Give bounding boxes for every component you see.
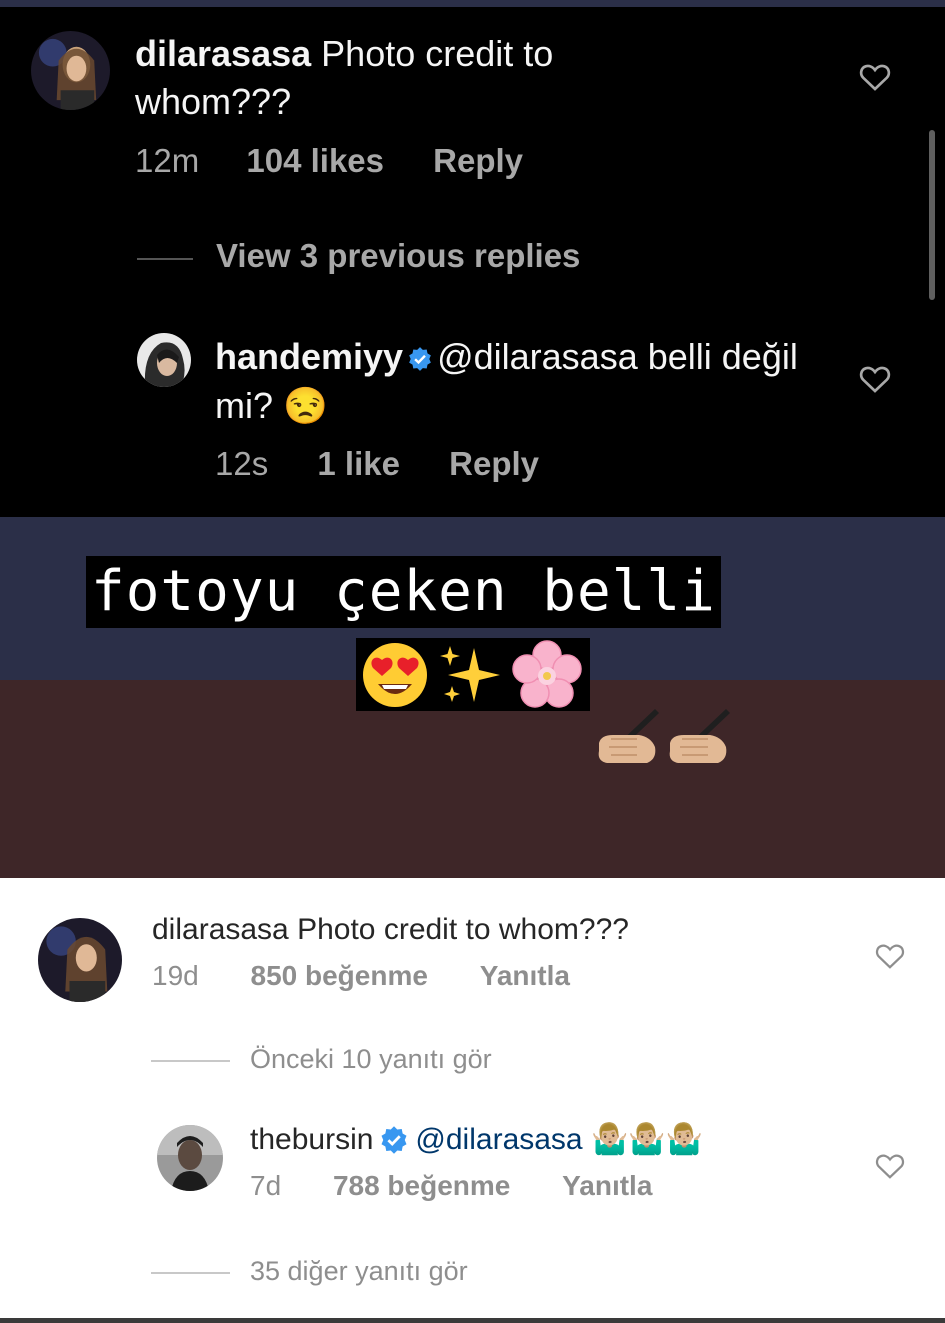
- heart-icon[interactable]: [859, 364, 891, 394]
- unamused-emoji: 😒: [283, 385, 328, 426]
- story-emoji-strip: [356, 638, 590, 711]
- dark-comment-username[interactable]: dilarasasa: [135, 33, 311, 74]
- light-comment-reply-button[interactable]: Yanıtla: [480, 960, 570, 991]
- light-reply-reply-button[interactable]: Yanıtla: [562, 1170, 652, 1201]
- writing-hand-emoji: [669, 709, 730, 763]
- story-caption: fotoyu çeken belli: [86, 556, 721, 628]
- light-reply-username[interactable]: thebursin: [250, 1123, 373, 1156]
- light-comment-username[interactable]: dilarasasa: [152, 913, 289, 946]
- bottom-strip: [0, 1318, 945, 1323]
- thebursin-avatar[interactable]: [157, 1125, 223, 1191]
- view-more-replies-button[interactable]: 35 diğer yanıtı gör: [250, 1256, 468, 1287]
- scrollbar[interactable]: [929, 130, 935, 300]
- more-replies-line: [151, 1272, 230, 1274]
- view-replies-line: [137, 258, 193, 260]
- light-reply-time: 7d: [250, 1170, 282, 1201]
- sparkles-emoji: [440, 646, 500, 702]
- cherry-blossom-emoji: [512, 640, 582, 708]
- top-strip: [0, 0, 945, 7]
- light-reply-meta: 7d 788 beğenme Yanıtla: [250, 1170, 652, 1202]
- heart-icon[interactable]: [859, 62, 891, 92]
- dark-reply-likes[interactable]: 1 like: [317, 445, 400, 482]
- light-reply-body: thebursin @dilarasasa 🤷🏼‍♂️🤷🏼‍♂️🤷🏼‍♂️: [250, 1121, 703, 1159]
- light-comment-body: dilarasasa Photo credit to whom???: [152, 911, 629, 949]
- dark-comment-likes[interactable]: 104 likes: [246, 142, 384, 180]
- light-reply-likes[interactable]: 788 beğenme: [333, 1170, 510, 1201]
- dark-reply-time: 12s: [215, 445, 269, 482]
- light-comment-text: Photo credit to whom???: [297, 913, 629, 946]
- dark-reply-mention[interactable]: @dilarasasa: [437, 336, 638, 377]
- view-previous-replies-button[interactable]: View 3 previous replies: [216, 237, 580, 275]
- light-comment-meta: 19d 850 beğenme Yanıtla: [152, 960, 570, 992]
- handemiyy-avatar[interactable]: [137, 333, 191, 387]
- dark-reply-username[interactable]: handemiyy: [215, 336, 403, 377]
- heart-eyes-emoji: [363, 643, 427, 707]
- writing-hand-emoji: [598, 709, 659, 763]
- dilarasasa-avatar[interactable]: [38, 918, 122, 1002]
- light-reply-mention[interactable]: @dilarasasa: [415, 1123, 582, 1156]
- view-replies-line: [151, 1060, 230, 1062]
- dark-comment-reply-button[interactable]: Reply: [433, 142, 523, 180]
- verified-badge-icon: [409, 347, 431, 371]
- heart-icon[interactable]: [875, 1152, 905, 1180]
- dilarasasa-avatar[interactable]: [31, 31, 110, 110]
- heart-icon[interactable]: [875, 942, 905, 970]
- view-previous-replies-button[interactable]: Önceki 10 yanıtı gör: [250, 1044, 492, 1075]
- dark-reply-meta: 12s 1 like Reply: [215, 445, 539, 483]
- light-comment-likes[interactable]: 850 beğenme: [251, 960, 428, 991]
- verified-badge-icon: [381, 1126, 407, 1154]
- dark-reply-body: handemiyy @dilarasasa belli değil mi? 😒: [215, 332, 835, 430]
- shrug-emojis: 🤷🏼‍♂️🤷🏼‍♂️🤷🏼‍♂️: [590, 1123, 704, 1156]
- dark-comments-panel: dilarasasa Photo credit to whom??? 12m 1…: [0, 0, 945, 517]
- light-comment-time: 19d: [152, 960, 199, 991]
- dark-comment-time: 12m: [135, 142, 200, 179]
- dark-reply-reply-button[interactable]: Reply: [449, 445, 539, 482]
- dark-comment-body: dilarasasa Photo credit to whom???: [135, 30, 695, 126]
- dark-comment-meta: 12m 104 likes Reply: [135, 142, 523, 180]
